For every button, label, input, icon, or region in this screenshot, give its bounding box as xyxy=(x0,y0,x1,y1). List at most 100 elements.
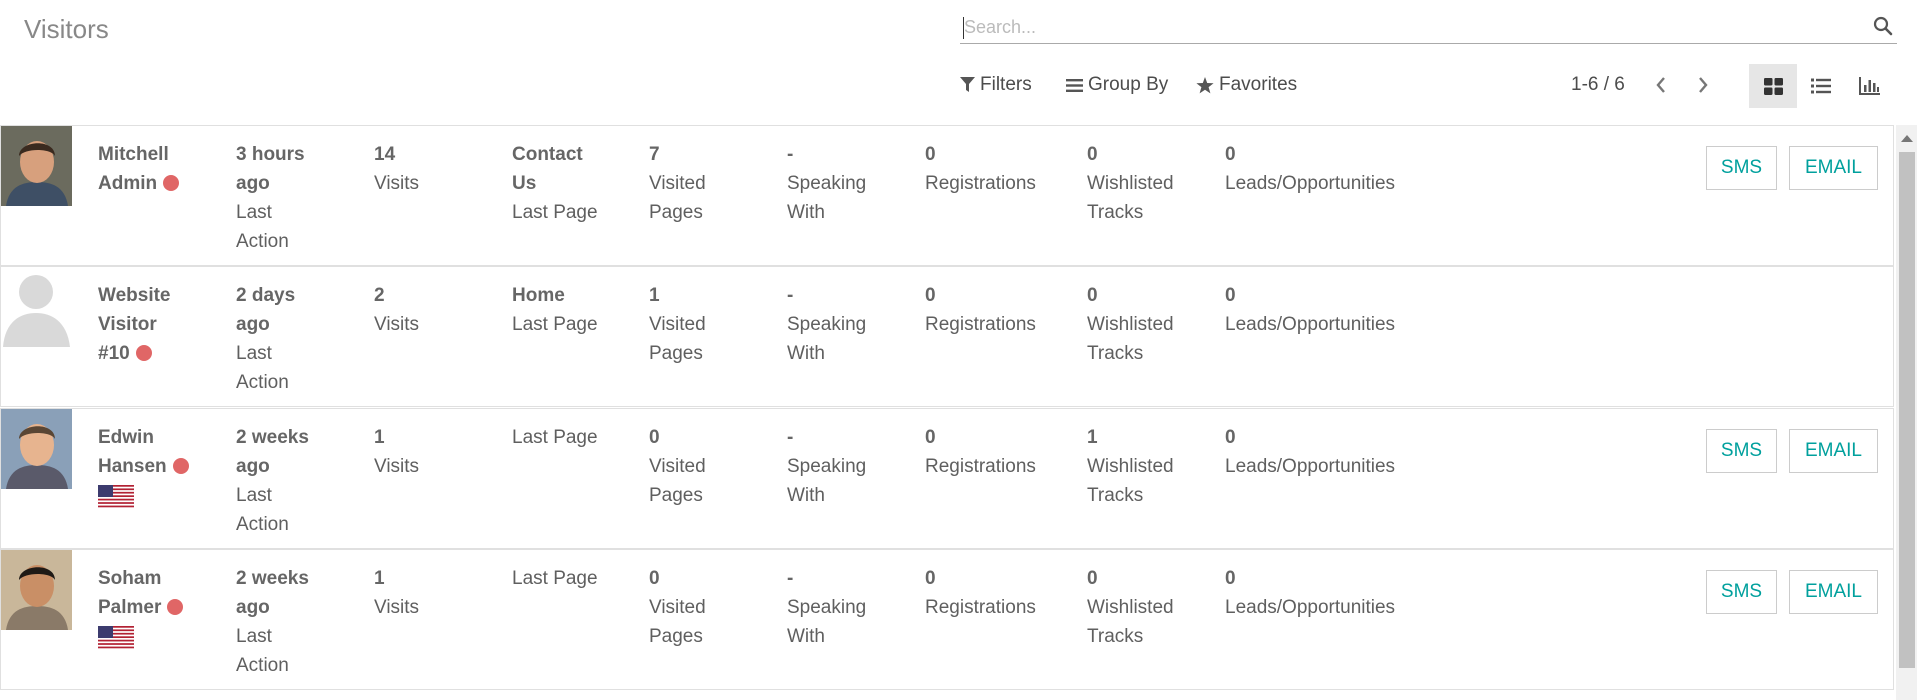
wishlisted-tracks-label: Wishlisted xyxy=(1087,597,1174,618)
filters-label: Filters xyxy=(980,74,1032,95)
last-action-value: ago xyxy=(236,597,270,618)
email-button[interactable]: EMAIL xyxy=(1789,570,1878,614)
visits: 2 Visits xyxy=(374,281,419,339)
email-button[interactable]: EMAIL xyxy=(1789,146,1878,190)
speaking-with: - Speaking With xyxy=(787,281,866,368)
last-action-label: Last xyxy=(236,626,272,647)
sms-button[interactable]: SMS xyxy=(1706,429,1777,473)
online-status-dot xyxy=(163,175,180,191)
control-panel: Visitors Filters Group By Favorites 1-6 … xyxy=(0,0,1917,125)
visited-pages-label: Pages xyxy=(649,202,703,223)
speaking-with-label: With xyxy=(787,626,825,647)
wishlisted-tracks-label: Tracks xyxy=(1087,485,1144,506)
pager-next-icon[interactable] xyxy=(1692,72,1714,98)
last-action: 2 weeks ago Last Action xyxy=(236,423,336,539)
visitor-card[interactable]: Mitchell Admin 3 hours ago Last Action 14 Visit… xyxy=(0,125,1894,266)
filters-button[interactable]: Filters xyxy=(960,74,1032,96)
registrations-value: 0 xyxy=(925,285,936,306)
sms-button[interactable]: SMS xyxy=(1706,146,1777,190)
favorites-button[interactable]: Favorites xyxy=(1196,74,1297,96)
email-button[interactable]: EMAIL xyxy=(1789,429,1878,473)
search-icon[interactable] xyxy=(1873,16,1895,38)
country-flag-icon xyxy=(98,485,134,509)
wishlisted-tracks: 0 Wishlisted Tracks xyxy=(1087,140,1174,227)
avatar xyxy=(1,550,72,630)
speaking-with: - Speaking With xyxy=(787,564,866,651)
last-page: Last Page xyxy=(512,564,612,593)
leads-opportunities-label: Leads/Opportunities xyxy=(1225,456,1396,477)
last-action-label: Last xyxy=(236,202,272,223)
leads-opportunities-value: 0 xyxy=(1225,285,1236,306)
registrations: 0 Registrations xyxy=(925,140,1036,198)
avatar xyxy=(1,267,72,347)
last-page-label: Last Page xyxy=(512,202,598,223)
speaking-with-value: - xyxy=(787,144,794,165)
pager-previous-icon[interactable] xyxy=(1650,72,1672,98)
registrations-value: 0 xyxy=(925,568,936,589)
text-cursor xyxy=(963,17,964,39)
speaking-with-value: - xyxy=(787,568,794,589)
wishlisted-tracks-value: 0 xyxy=(1087,285,1098,306)
speaking-with: - Speaking With xyxy=(787,423,866,510)
last-page-value: Contact xyxy=(512,144,583,165)
visits-label: Visits xyxy=(374,173,420,194)
speaking-with-label: Speaking xyxy=(787,173,867,194)
leads-opportunities: 0 Leads/Opportunities xyxy=(1225,564,1395,622)
visitor-card[interactable]: Soham Palmer 2 weeks ago Last Action 1 Visits La… xyxy=(0,549,1894,690)
last-action-label: Action xyxy=(236,231,289,252)
last-action-label: Last xyxy=(236,343,272,364)
list-view-icon[interactable] xyxy=(1797,64,1845,108)
visits-value: 14 xyxy=(374,144,396,165)
wishlisted-tracks-label: Wishlisted xyxy=(1087,456,1174,477)
group-by-button[interactable]: Group By xyxy=(1066,74,1168,96)
registrations-label: Registrations xyxy=(925,456,1036,477)
search-input[interactable] xyxy=(964,14,1844,40)
last-action-value: 3 hours xyxy=(236,144,305,165)
last-page-label: Last Page xyxy=(512,568,598,589)
visits-value: 1 xyxy=(374,427,385,448)
visits-value: 2 xyxy=(374,285,385,306)
speaking-with-label: Speaking xyxy=(787,597,867,618)
last-action-value: ago xyxy=(236,173,270,194)
visitor-card[interactable]: Website Visitor #10 2 days ago Last Action 2 Vis… xyxy=(0,266,1894,407)
wishlisted-tracks-value: 0 xyxy=(1087,568,1098,589)
wishlisted-tracks-label: Wishlisted xyxy=(1087,173,1174,194)
last-page-label: Last Page xyxy=(512,427,598,448)
wishlisted-tracks-label: Tracks xyxy=(1087,626,1144,647)
visits: 1 Visits xyxy=(374,423,419,481)
visited-pages-label: Visited xyxy=(649,456,706,477)
scroll-up-icon[interactable] xyxy=(1901,135,1913,142)
pager-value[interactable]: 1-6 / 6 xyxy=(1571,74,1625,96)
registrations: 0 Registrations xyxy=(925,281,1036,339)
registrations-value: 0 xyxy=(925,144,936,165)
country-flag-icon xyxy=(98,626,134,650)
last-action: 3 hours ago Last Action xyxy=(236,140,336,256)
search-bar xyxy=(960,10,1897,44)
visitor-name: Edwin Hansen xyxy=(98,423,196,481)
leads-opportunities: 0 Leads/Opportunities xyxy=(1225,281,1395,339)
visited-pages-label: Pages xyxy=(649,485,703,506)
avatar xyxy=(1,126,72,206)
visited-pages-label: Visited xyxy=(649,314,706,335)
kanban-view-icon[interactable] xyxy=(1749,64,1797,108)
leads-opportunities: 0 Leads/Opportunities xyxy=(1225,423,1395,481)
online-status-dot xyxy=(172,458,189,474)
last-action-value: 2 weeks xyxy=(236,568,309,589)
visited-pages: 7 Visited Pages xyxy=(649,140,706,227)
last-action-value: ago xyxy=(236,314,270,335)
visited-pages-label: Visited xyxy=(649,597,706,618)
visitor-name: Website Visitor #10 xyxy=(98,285,171,364)
registrations-value: 0 xyxy=(925,427,936,448)
last-action-label: Action xyxy=(236,372,289,393)
speaking-with-label: Speaking xyxy=(787,456,867,477)
online-status-dot xyxy=(167,599,184,615)
registrations-label: Registrations xyxy=(925,597,1036,618)
visitor-card[interactable]: Edwin Hansen 2 weeks ago Last Action 1 Visits La… xyxy=(0,408,1894,549)
sms-button[interactable]: SMS xyxy=(1706,570,1777,614)
speaking-with-value: - xyxy=(787,285,794,306)
graph-view-icon[interactable] xyxy=(1845,64,1893,108)
leads-opportunities-value: 0 xyxy=(1225,427,1236,448)
speaking-with-label: Speaking xyxy=(787,314,867,335)
scrollbar-thumb[interactable] xyxy=(1899,152,1915,668)
speaking-with-label: With xyxy=(787,202,825,223)
